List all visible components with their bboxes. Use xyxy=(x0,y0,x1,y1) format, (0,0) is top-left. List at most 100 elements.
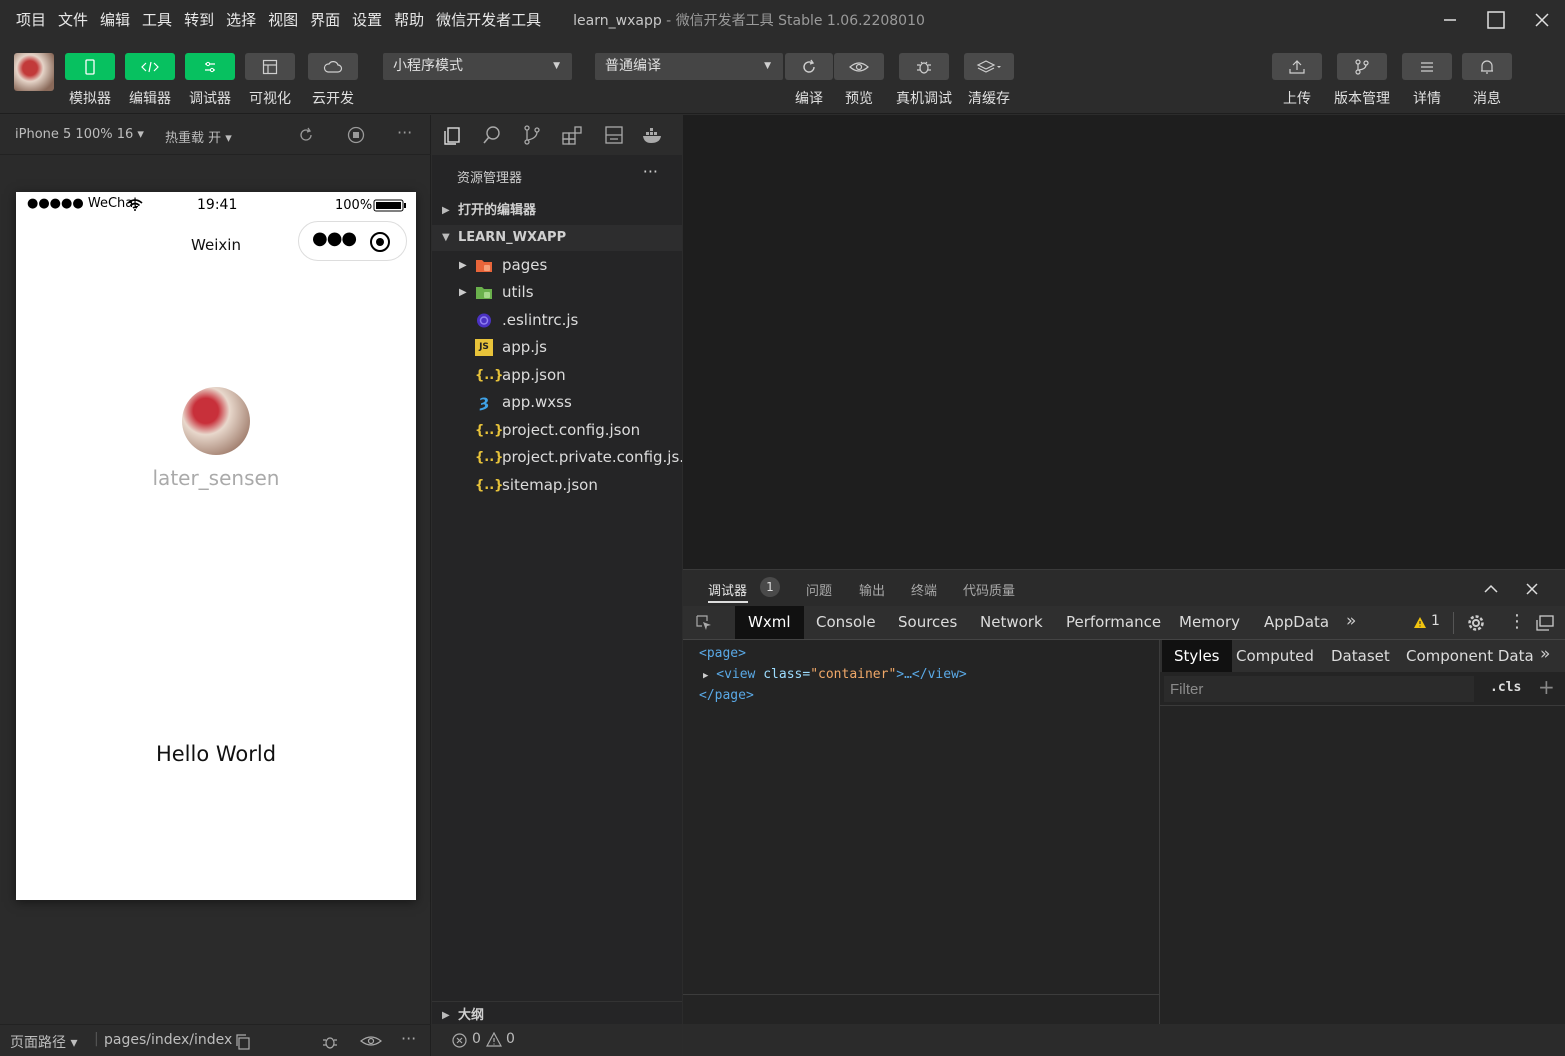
preview-button[interactable] xyxy=(834,53,884,80)
wxml-node-page-close[interactable]: </page> xyxy=(699,688,754,703)
upload-button[interactable] xyxy=(1272,53,1322,80)
eye-icon[interactable] xyxy=(360,1034,382,1048)
capsule-button[interactable]: ●●● xyxy=(298,221,407,261)
more-tabs-icon[interactable]: » xyxy=(1540,644,1550,664)
mode-select[interactable]: 小程序模式 ▼ xyxy=(383,53,572,80)
tab-dataset[interactable]: Dataset xyxy=(1319,640,1402,672)
docker-icon[interactable] xyxy=(641,124,663,146)
bug-icon[interactable] xyxy=(320,1033,340,1051)
tab-debugger[interactable]: 调试器 xyxy=(708,580,747,599)
rotate-icon xyxy=(300,127,312,141)
clear-cache-button[interactable] xyxy=(964,53,1014,80)
problems-status[interactable]: 0 0 xyxy=(432,1024,682,1056)
more-icon[interactable]: ··· xyxy=(401,1029,416,1048)
remote-debug-button[interactable] xyxy=(899,53,949,80)
expand-triangle-icon[interactable]: ▶ xyxy=(703,671,708,681)
file-tree-item[interactable]: ▶ utils xyxy=(432,279,682,306)
editor-button[interactable] xyxy=(125,53,175,80)
tab-performance[interactable]: Performance xyxy=(1053,606,1174,639)
visual-label: 可视化 xyxy=(249,91,291,107)
debugger-button[interactable] xyxy=(185,53,235,80)
file-name: app.wxss xyxy=(502,393,572,411)
close-icon[interactable] xyxy=(1525,582,1539,596)
search-icon[interactable] xyxy=(481,124,503,146)
more-icon[interactable]: ··· xyxy=(397,123,412,142)
files-icon[interactable] xyxy=(441,124,463,146)
open-editors-section[interactable]: ▶ 打开的编辑器 xyxy=(432,198,682,224)
tab-network[interactable]: Network xyxy=(967,606,1056,639)
storage-icon[interactable] xyxy=(603,124,625,146)
file-tree-item[interactable]: ȝ app.wxss xyxy=(432,389,682,416)
undock-icon[interactable] xyxy=(1535,614,1555,632)
add-rule-icon[interactable]: + xyxy=(1538,675,1555,699)
page-path-label[interactable]: 页面路径 ▾ xyxy=(10,1032,77,1052)
tab-wxml[interactable]: Wxml xyxy=(735,606,804,639)
user-avatar[interactable] xyxy=(14,53,54,91)
messages-button[interactable] xyxy=(1462,53,1512,80)
tab-styles[interactable]: Styles xyxy=(1162,640,1232,672)
menu-tools[interactable]: 工具 xyxy=(136,0,178,40)
more-dots-icon[interactable]: ●●● xyxy=(312,228,357,249)
warning-icon[interactable] xyxy=(1413,616,1427,629)
tab-terminal[interactable]: 终端 xyxy=(911,580,937,599)
close-window-button[interactable] xyxy=(1519,0,1565,40)
menu-wechat-devtools[interactable]: 微信开发者工具 xyxy=(430,0,547,40)
inspect-icon[interactable] xyxy=(695,614,713,632)
rotate-button[interactable] xyxy=(297,126,315,148)
cloud-button[interactable] xyxy=(308,53,358,80)
version-button[interactable] xyxy=(1337,53,1387,80)
file-tree-item[interactable]: ▶ pages xyxy=(432,252,682,279)
gear-icon[interactable] xyxy=(1467,614,1485,632)
minimize-button[interactable] xyxy=(1427,0,1473,40)
close-target-icon[interactable] xyxy=(369,231,391,253)
kebab-menu-icon[interactable]: ⋮ xyxy=(1508,609,1526,635)
file-tree-item[interactable]: {..} sitemap.json xyxy=(432,472,682,499)
file-tree-item[interactable]: .eslintrc.js xyxy=(432,307,682,334)
menu-project[interactable]: 项目 xyxy=(10,0,52,40)
tab-problems[interactable]: 问题 xyxy=(806,580,832,599)
file-tree-item[interactable]: {..} app.json xyxy=(432,362,682,389)
menu-view[interactable]: 视图 xyxy=(262,0,304,40)
wxml-node-page-open[interactable]: <page> xyxy=(699,646,746,661)
editor-area[interactable] xyxy=(683,115,1565,569)
visual-button[interactable] xyxy=(245,53,295,80)
extensions-icon[interactable] xyxy=(561,124,583,146)
menu-bar: 项目 文件 编辑 工具 转到 选择 视图 界面 设置 帮助 微信开发者工具 xyxy=(0,0,547,40)
tab-component-data[interactable]: Component Data xyxy=(1394,640,1546,672)
project-section[interactable]: ▼ LEARN_WXAPP xyxy=(432,225,682,251)
simulator-button[interactable] xyxy=(65,53,115,80)
tab-appdata[interactable]: AppData xyxy=(1251,606,1342,639)
file-tree-item[interactable]: JS app.js xyxy=(432,334,682,361)
tab-code-quality[interactable]: 代码质量 xyxy=(963,580,1015,599)
menu-help[interactable]: 帮助 xyxy=(388,0,430,40)
source-control-icon[interactable] xyxy=(521,124,543,146)
menu-settings[interactable]: 设置 xyxy=(346,0,388,40)
hot-reload-toggle[interactable]: 热重载 开 ▾ xyxy=(165,127,232,146)
file-tree-item[interactable]: {..} project.config.json xyxy=(432,417,682,444)
menu-file[interactable]: 文件 xyxy=(52,0,94,40)
device-select[interactable]: iPhone 5 100% 16 ▾ xyxy=(15,127,144,142)
tab-computed[interactable]: Computed xyxy=(1224,640,1326,672)
compile-button[interactable] xyxy=(785,53,833,80)
chevron-up-icon[interactable] xyxy=(1483,583,1499,595)
compile-mode-select[interactable]: 普通编译 ▼ xyxy=(595,53,783,80)
cls-toggle[interactable]: .cls xyxy=(1490,680,1521,695)
copy-icon[interactable] xyxy=(235,1034,251,1050)
title-bar: 项目 文件 编辑 工具 转到 选择 视图 界面 设置 帮助 微信开发者工具 le… xyxy=(0,0,1565,40)
maximize-button[interactable] xyxy=(1473,0,1519,40)
styles-filter-input[interactable] xyxy=(1164,676,1474,702)
more-tabs-icon[interactable]: » xyxy=(1346,611,1356,631)
menu-edit[interactable]: 编辑 xyxy=(94,0,136,40)
details-button[interactable] xyxy=(1402,53,1452,80)
tab-console[interactable]: Console xyxy=(803,606,889,639)
tab-memory[interactable]: Memory xyxy=(1166,606,1253,639)
file-tree-item[interactable]: {..} project.private.config.js... xyxy=(432,444,682,471)
tab-sources[interactable]: Sources xyxy=(885,606,970,639)
menu-goto[interactable]: 转到 xyxy=(178,0,220,40)
tab-output[interactable]: 输出 xyxy=(859,580,885,599)
more-icon[interactable]: ··· xyxy=(643,162,658,181)
menu-select[interactable]: 选择 xyxy=(220,0,262,40)
wxml-node-view[interactable]: ▶ <view class="container">…</view> xyxy=(703,667,967,682)
menu-interface[interactable]: 界面 xyxy=(304,0,346,40)
stop-button[interactable] xyxy=(347,126,365,148)
